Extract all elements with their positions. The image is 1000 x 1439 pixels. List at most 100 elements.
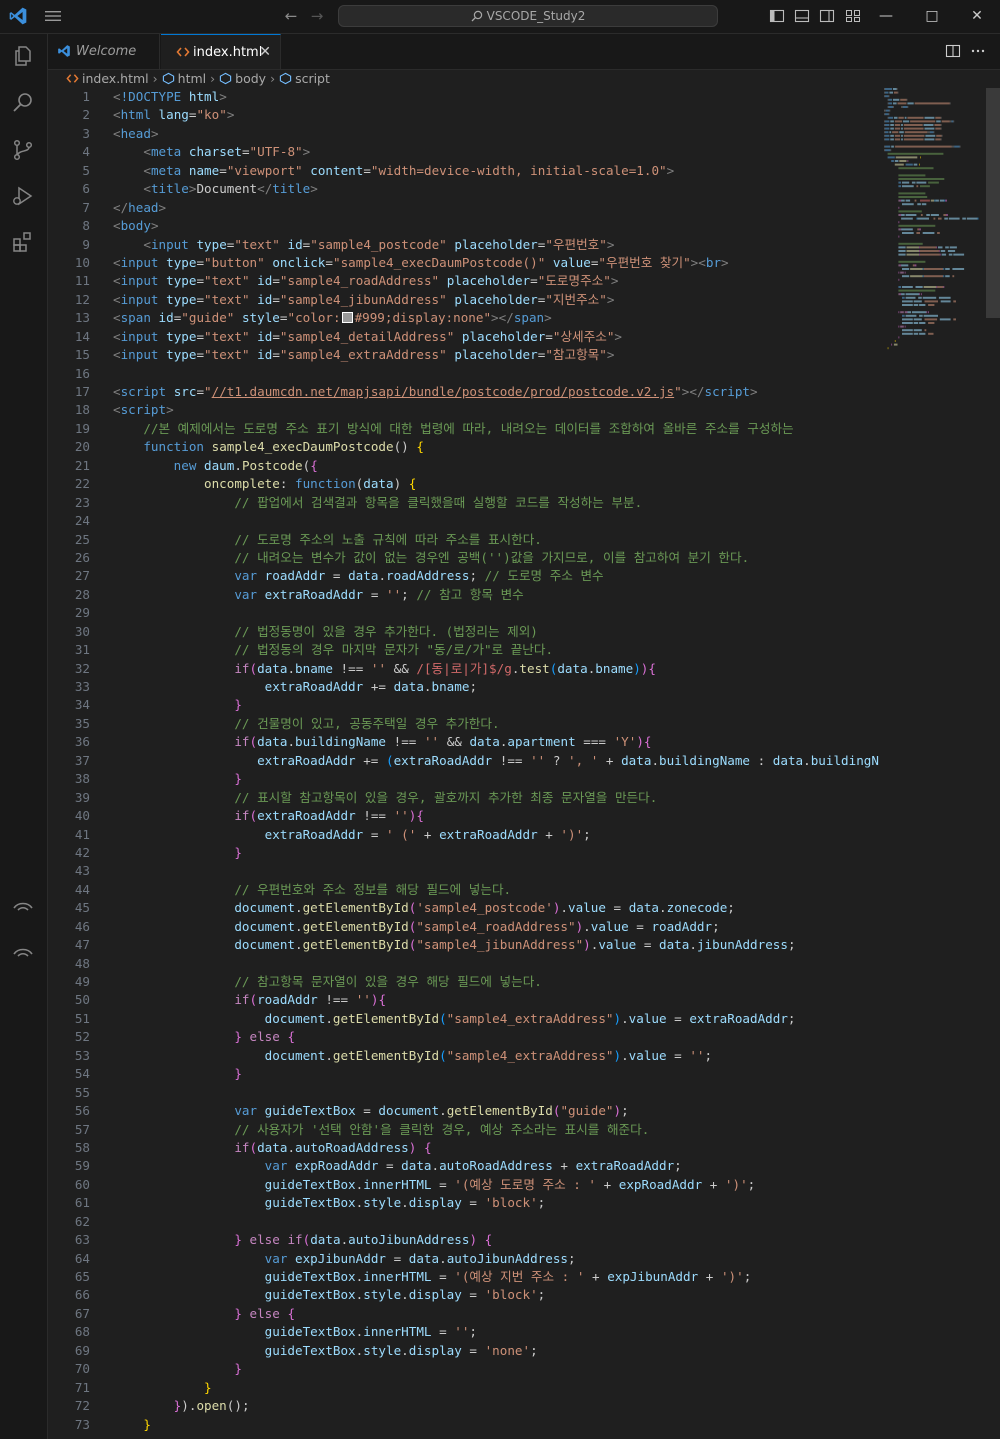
minimap-line [900,228,902,231]
minimap-line [944,217,948,220]
close-icon[interactable]: ✕ [955,0,999,33]
tab-index-html[interactable]: index.html ✕ [161,34,281,69]
toggle-primary-sidebar-icon[interactable] [769,8,785,24]
code-area[interactable]: <!DOCTYPE html> <html lang="ko"> <head> <m… [113,88,879,1434]
line-number: 73 [74,1416,90,1432]
minimap-line [924,329,927,332]
minimap-line [898,242,923,245]
minimap-line [902,203,914,206]
minimap-line [922,296,937,299]
minimap-line [894,134,901,137]
minimap-line [898,210,922,213]
minimap-line [946,199,947,202]
breadcrumb-item-html[interactable]: html [162,70,206,88]
line-number: 13 [74,310,90,326]
code-line: // 도로명 주소의 노출 규칙에 따라 주소를 표시한다. [234,531,542,547]
minimap-line [940,138,942,141]
code-line: document.getElementById("sample4_jibunAd… [234,937,796,953]
split-editor-icon[interactable] [945,43,961,59]
minimap-line [905,296,916,299]
remote-icon[interactable] [11,894,35,918]
line-number: 14 [74,328,90,344]
line-number: 8 [82,218,90,234]
minimap-line [902,329,913,332]
minimap-line [898,192,926,195]
minimap-line [917,217,929,220]
line-number: 57 [74,1121,90,1137]
minimap-line [901,124,903,126]
line-number: 71 [74,1379,90,1395]
minimap-line [945,199,947,202]
minimap-line [898,289,936,292]
command-center-search[interactable]: VSCODE_Study2 [338,5,718,27]
arrow-left-icon[interactable]: ← [282,7,300,25]
code-line: <input type="text" id="sample4_postcode"… [143,236,615,252]
minimap-line [916,181,927,184]
minimize-icon[interactable]: — [864,0,908,33]
minimap-line [884,95,889,98]
breadcrumb-item-body[interactable]: body [219,70,266,88]
minimap-line [914,199,917,202]
explorer-icon[interactable] [11,44,35,68]
remote-icon-2[interactable] [11,940,35,964]
code-line: // 우편번호와 주소 정보를 해당 필드에 넣는다. [234,881,512,897]
code-line: guideTextBox.style.display = 'block'; [264,1287,546,1303]
tab-welcome[interactable]: Welcome [48,34,160,69]
line-number: 34 [74,697,90,713]
minimap-line [911,311,927,314]
minimap-line [887,152,944,155]
minimap-line [888,95,890,98]
line-number: 10 [74,254,90,270]
customize-layout-icon[interactable] [845,8,861,24]
code-line: } else if(data.autoJibunAddress) { [234,1232,493,1248]
minimap-line [952,268,965,270]
line-number: 32 [74,660,90,676]
minimap-line [903,124,923,126]
minimap-line [902,185,914,188]
arrow-right-icon[interactable]: → [308,7,326,25]
line-number: 15 [74,347,90,363]
minimap-line [906,311,908,314]
more-actions-icon[interactable] [970,43,986,59]
run-debug-icon[interactable] [11,184,35,208]
minimap-line [928,304,935,306]
search-icon [471,10,482,22]
minimap-line [890,134,894,137]
source-control-icon[interactable] [11,138,35,162]
minimap-line [923,286,937,288]
scrollbar-thumb[interactable] [986,88,1000,318]
minimap-line [884,127,890,130]
minimap-line [920,199,930,202]
maximize-icon[interactable]: □ [910,0,954,33]
minimap-line [898,224,936,227]
line-number: 38 [74,771,90,787]
minimap-line [904,325,906,328]
menu-icon[interactable] [44,8,62,24]
minimap-line [902,300,913,303]
minimap-line [941,120,950,123]
minimap-line [893,91,898,94]
code-editor[interactable]: 1 2 3 4 5 6 7 8 9 10 11 12 13 14 15 16 17 18 19 20 21 22 23 24 2… [48,88,1000,1439]
close-tab-icon[interactable]: ✕ [259,35,271,70]
minimap-line [888,106,893,108]
minimap[interactable] [884,88,984,368]
color-swatch-icon[interactable] [341,312,353,324]
minimap-line [898,271,900,274]
extensions-icon[interactable] [11,230,35,254]
breadcrumb-item-file[interactable]: index.html [66,70,149,88]
minimap-line [898,235,900,238]
minimap-line [901,127,903,130]
breadcrumb-item-script[interactable]: script [279,70,330,88]
minimap-line [902,106,908,108]
minimap-line [914,264,916,267]
search-icon[interactable] [11,90,35,114]
minimap-line [898,278,900,281]
toggle-panel-icon[interactable] [794,8,810,24]
toggle-secondary-sidebar-icon[interactable] [819,8,835,24]
vertical-scrollbar[interactable] [986,88,1000,1439]
minimap-line [947,250,956,252]
minimap-line [904,116,907,119]
minimap-line [924,116,935,119]
line-number-gutter: 1 2 3 4 5 6 7 8 9 10 11 12 13 14 15 16 17 18 19 20 21 22 23 24 2… [48,88,90,1434]
